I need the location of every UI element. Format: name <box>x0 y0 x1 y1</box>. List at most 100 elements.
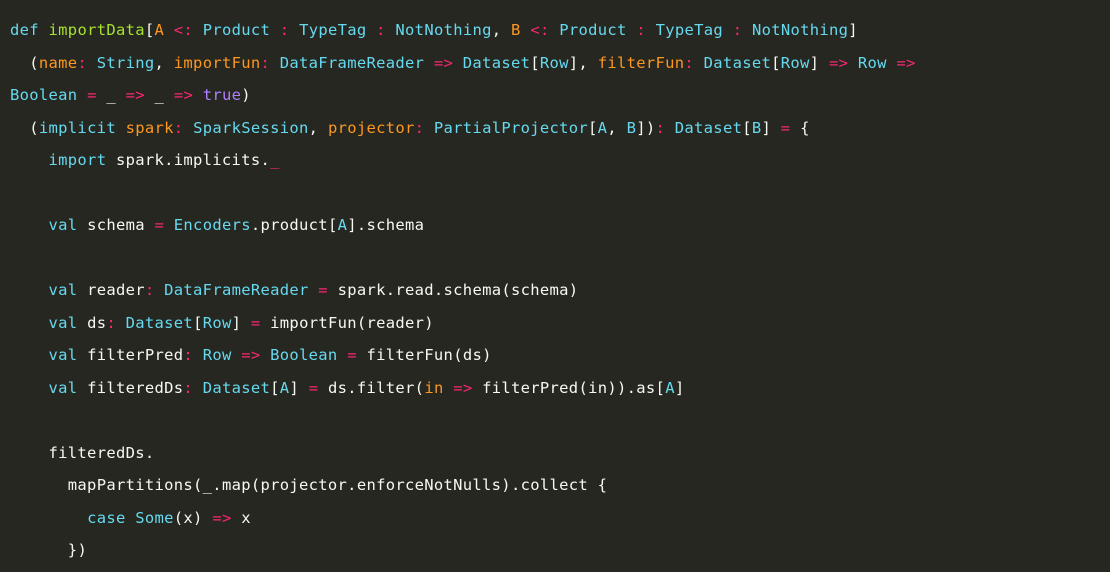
punct: ] <box>289 379 299 397</box>
type: B <box>627 119 637 137</box>
code-block: def importData[A <: Product : TypeTag : … <box>0 0 1110 572</box>
call: filterPred <box>482 379 578 397</box>
op: : <box>174 119 184 137</box>
punct: ) <box>569 281 579 299</box>
var: x <box>241 509 251 527</box>
punct: , <box>578 54 588 72</box>
var: schema <box>87 216 145 234</box>
punct: [ <box>145 21 155 39</box>
var: ds <box>328 379 347 397</box>
type: Row <box>203 346 232 364</box>
wildcard: _ <box>270 151 280 169</box>
param: projector <box>328 119 415 137</box>
punct: ) <box>482 346 492 364</box>
punct: { <box>800 119 810 137</box>
punct: ) <box>424 314 434 332</box>
punct: ) <box>77 541 87 559</box>
call: read <box>395 281 434 299</box>
punct: ] <box>232 314 242 332</box>
type: SparkSession <box>193 119 309 137</box>
keyword-import: import <box>49 151 107 169</box>
type: String <box>97 54 155 72</box>
type: NotNothing <box>752 21 848 39</box>
op: : <box>656 119 666 137</box>
punct: , <box>309 119 319 137</box>
type: A <box>338 216 348 234</box>
type: NotNothing <box>395 21 491 39</box>
punct: . <box>386 281 396 299</box>
call: filterFun <box>367 346 454 364</box>
call: collect <box>521 476 588 494</box>
punct: [ <box>328 216 338 234</box>
type: Some <box>135 509 174 527</box>
punct: . <box>251 216 261 234</box>
keyword-val: val <box>49 281 78 299</box>
type: TypeTag <box>299 21 366 39</box>
punct: ) <box>646 119 656 137</box>
type: Boolean <box>270 346 337 364</box>
type: Product <box>559 21 626 39</box>
punct: { <box>598 476 608 494</box>
var: filteredDs <box>49 444 145 462</box>
type: A <box>665 379 675 397</box>
param: spark <box>126 119 174 137</box>
var: ds <box>87 314 106 332</box>
type: PartialProjector <box>434 119 588 137</box>
arg: ds <box>463 346 482 364</box>
punct: [ <box>771 54 781 72</box>
op: => <box>126 86 145 104</box>
var: reader <box>87 281 145 299</box>
op: : <box>183 379 193 397</box>
type: Dataset <box>675 119 742 137</box>
type: Row <box>858 54 887 72</box>
anon: _ <box>155 86 165 104</box>
type-A: A <box>155 21 165 39</box>
op: => <box>241 346 260 364</box>
keyword-val: val <box>49 379 78 397</box>
param: filterFun <box>598 54 685 72</box>
call: schema <box>367 216 425 234</box>
call: enforceNotNulls <box>357 476 501 494</box>
punct: . <box>627 379 637 397</box>
punct: ( <box>501 281 511 299</box>
param: name <box>39 54 78 72</box>
op: = <box>309 379 319 397</box>
punct: . <box>145 444 155 462</box>
type: Dataset <box>463 54 530 72</box>
punct: [ <box>530 54 540 72</box>
call: as <box>636 379 655 397</box>
punct: ( <box>453 346 463 364</box>
punct: ( <box>29 54 39 72</box>
call: mapPartitions <box>68 476 193 494</box>
punct: , <box>155 54 165 72</box>
type: Product <box>203 21 270 39</box>
op: => <box>896 54 915 72</box>
punct: ( <box>357 314 367 332</box>
op: = <box>251 314 261 332</box>
type: Dataset <box>203 379 270 397</box>
punct: . <box>511 476 521 494</box>
punct: . <box>212 476 222 494</box>
punct: ( <box>578 379 588 397</box>
punct: ] <box>810 54 820 72</box>
var: filteredDs <box>87 379 183 397</box>
type: DataFrameReader <box>164 281 308 299</box>
punct: ( <box>174 509 184 527</box>
import-path: spark.implicits. <box>116 151 270 169</box>
punct: ) <box>617 379 627 397</box>
op: = <box>318 281 328 299</box>
type: Row <box>203 314 232 332</box>
punct: , <box>492 21 502 39</box>
punct: } <box>68 541 78 559</box>
punct: [ <box>588 119 598 137</box>
punct: ] <box>636 119 646 137</box>
call: filter <box>357 379 415 397</box>
keyword-val: val <box>49 314 78 332</box>
type: Row <box>540 54 569 72</box>
punct: ] <box>675 379 685 397</box>
op: => <box>829 54 848 72</box>
op: => <box>434 54 453 72</box>
op: => <box>453 379 472 397</box>
arg: schema <box>511 281 569 299</box>
punct: [ <box>656 379 666 397</box>
